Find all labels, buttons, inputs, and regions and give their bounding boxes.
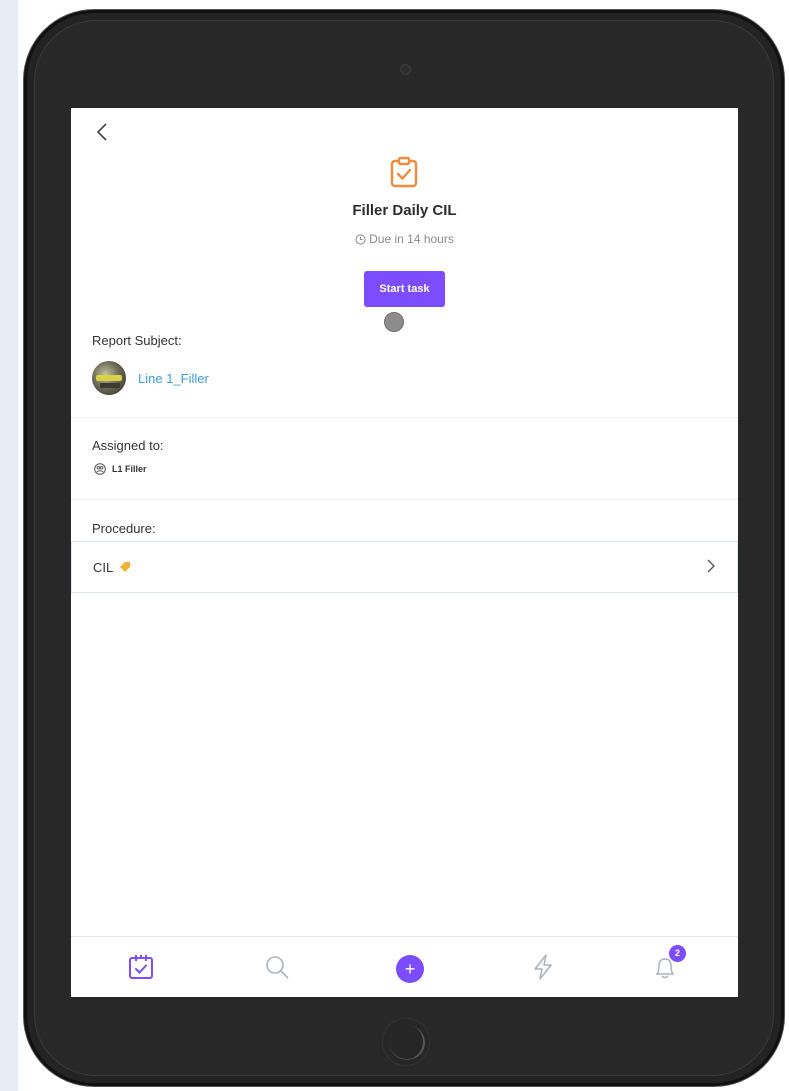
report-subject-row: Line 1_Filler: [92, 360, 209, 396]
add-button[interactable]: +: [396, 955, 424, 983]
task-title: Filler Daily CIL: [352, 202, 457, 219]
bottom-nav: + 2: [71, 936, 738, 997]
home-button[interactable]: [382, 1018, 430, 1066]
due-line: Due in 14 hours: [71, 232, 738, 246]
touch-cursor: [384, 312, 404, 332]
camera-icon: [400, 64, 411, 75]
subject-link[interactable]: Line 1_Filler: [138, 371, 209, 386]
assigned-label: Assigned to:: [92, 438, 164, 453]
procedure-name: CIL: [93, 559, 114, 575]
divider: [71, 499, 738, 500]
report-subject-label: Report Subject:: [92, 333, 182, 348]
back-arrow-icon[interactable]: [91, 120, 115, 144]
group-icon: [94, 463, 106, 475]
procedure-label: Procedure:: [92, 521, 156, 536]
tag-icon: [120, 562, 131, 572]
clock-icon: [355, 234, 366, 245]
assigned-row: L1 Filler: [94, 463, 147, 475]
assignee-name: L1 Filler: [112, 464, 147, 474]
clipboard-check-icon: [390, 156, 418, 188]
calendar-check-icon[interactable]: [127, 953, 155, 981]
lightning-icon[interactable]: [529, 953, 557, 981]
procedure-item[interactable]: CIL: [71, 541, 738, 593]
divider: [71, 417, 738, 418]
plus-icon: +: [404, 959, 416, 979]
notification-badge: 2: [669, 945, 686, 962]
start-task-button[interactable]: Start task: [364, 271, 445, 307]
subject-avatar: [92, 361, 126, 395]
chevron-right-icon: [707, 559, 715, 573]
due-text: Due in 14 hours: [369, 232, 454, 246]
app-screen: Filler Daily CIL Due in 14 hours Start t…: [71, 108, 738, 997]
search-icon[interactable]: [263, 953, 291, 981]
